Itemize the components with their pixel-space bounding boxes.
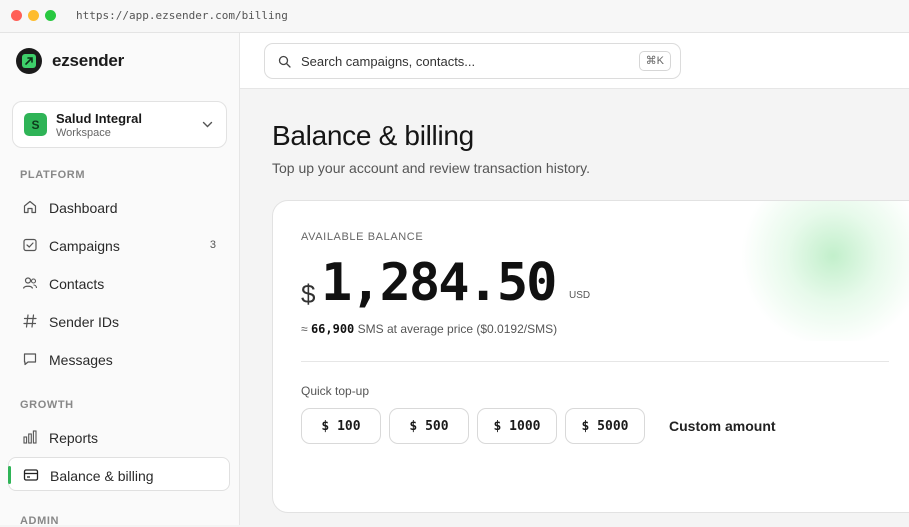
approx-sign: ≈	[301, 322, 308, 336]
hash-icon	[22, 313, 38, 329]
address-bar[interactable]: https://app.ezsender.com/billing	[76, 9, 288, 22]
search-placeholder: Search campaigns, contacts...	[301, 54, 476, 69]
custom-amount-button[interactable]: Custom amount	[669, 418, 776, 434]
section-label-admin: ADMIN	[20, 515, 60, 527]
workspace-subtitle: Workspace	[56, 127, 111, 139]
divider	[301, 361, 889, 362]
topup-1000-button[interactable]: $ 1000	[477, 408, 557, 444]
sidebar-item-messages[interactable]: Messages	[8, 342, 230, 376]
card-icon	[23, 467, 39, 483]
sidebar-item-label: Campaigns	[49, 238, 120, 254]
sidebar-item-balance-billing[interactable]: Balance & billing	[8, 457, 230, 491]
page-title: Balance & billing	[272, 120, 474, 151]
search-icon	[278, 55, 291, 73]
topup-100-button[interactable]: $ 100	[301, 408, 381, 444]
section-label-growth: GROWTH	[20, 399, 74, 411]
section-label-platform: PLATFORM	[20, 169, 86, 181]
minimize-window-button[interactable]	[28, 10, 39, 21]
close-window-button[interactable]	[11, 10, 22, 21]
sidebar-item-contacts[interactable]: Contacts	[8, 266, 230, 300]
balance-amount: 1,284.50	[321, 253, 557, 313]
sidebar-item-dashboard[interactable]: Dashboard	[8, 190, 230, 224]
topup-500-button[interactable]: $ 500	[389, 408, 469, 444]
sms-estimate-text: SMS at average price ($0.0192/SMS)	[357, 322, 558, 336]
users-icon	[22, 275, 38, 291]
chevron-down-icon	[201, 118, 214, 136]
search-shortcut-badge: ⌘K	[638, 51, 671, 71]
sidebar-item-label: Reports	[49, 430, 99, 446]
sidebar-item-sender-ids[interactable]: Sender IDs	[8, 304, 230, 338]
balance-card: AVAILABLE BALANCE $ 1,284.50 USD ≈ 66,90…	[272, 200, 909, 513]
sidebar-item-label: Balance & billing	[50, 468, 154, 484]
sms-count: 66,900	[310, 322, 355, 336]
brand-name: ezsender	[52, 51, 125, 70]
bar-chart-icon	[22, 429, 38, 445]
topup-5000-button[interactable]: $ 5000	[565, 408, 645, 444]
workspace-avatar: S	[24, 113, 47, 136]
home-icon	[22, 199, 38, 215]
sidebar-item-label: Sender IDs	[49, 314, 120, 330]
sidebar-item-campaigns[interactable]: Campaigns 3	[8, 228, 230, 262]
quick-topup-label: Quick top-up	[301, 384, 370, 398]
brand[interactable]: ezsender	[16, 48, 124, 74]
top-bar: Search campaigns, contacts... ⌘K	[240, 33, 909, 89]
workspace-name: Salud Integral	[56, 111, 142, 126]
campaigns-count-badge: 3	[209, 239, 216, 251]
page-subtitle: Top up your account and review transacti…	[272, 160, 591, 176]
search-input[interactable]: Search campaigns, contacts... ⌘K	[264, 43, 681, 79]
available-balance-label: AVAILABLE BALANCE	[301, 231, 424, 243]
brand-logo-icon	[16, 48, 42, 74]
sidebar-item-label: Contacts	[49, 276, 105, 292]
sidebar-item-label: Messages	[49, 352, 113, 368]
currency-unit: USD	[569, 290, 591, 301]
sidebar-item-reports[interactable]: Reports	[8, 420, 230, 454]
currency-symbol: $	[301, 279, 316, 309]
checkbox-icon	[22, 237, 38, 253]
sms-estimate: ≈ 66,900 SMS at average price ($0.0192/S…	[301, 322, 557, 336]
maximize-window-button[interactable]	[45, 10, 56, 21]
decorative-glow	[733, 201, 909, 341]
workspace-switcher[interactable]: S Salud Integral Workspace	[12, 101, 227, 148]
sidebar: ezsender S Salud Integral Workspace PLAT…	[0, 33, 240, 527]
message-icon	[22, 351, 38, 367]
sidebar-item-label: Dashboard	[49, 200, 118, 216]
browser-chrome: https://app.ezsender.com/billing	[0, 0, 909, 33]
